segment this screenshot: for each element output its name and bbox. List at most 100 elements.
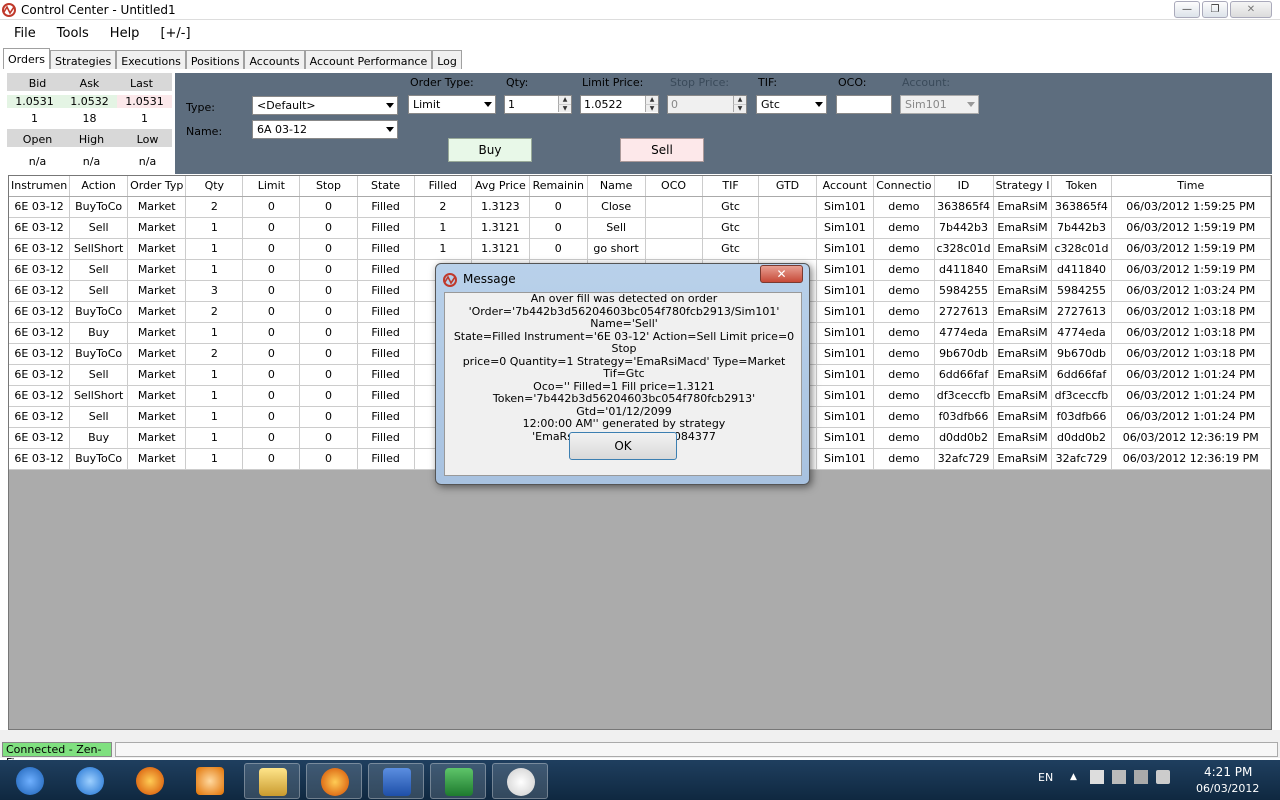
- name-dropdown[interactable]: 6A 03-12: [252, 120, 398, 139]
- table-cell: df3ceccfb: [1051, 385, 1112, 407]
- tab-orders[interactable]: Orders: [3, 48, 50, 70]
- table-cell: d411840: [934, 259, 994, 281]
- action-center-icon[interactable]: [1090, 770, 1104, 784]
- taskbar-media[interactable]: [182, 763, 238, 799]
- taskbar-firefox[interactable]: [122, 763, 178, 799]
- menu-tools[interactable]: Tools: [43, 22, 96, 44]
- menu-file[interactable]: File: [0, 22, 43, 44]
- column-header[interactable]: OCO: [645, 176, 703, 197]
- oco-input[interactable]: [836, 95, 892, 114]
- table-row[interactable]: 6E 03-12 BuyToCo Market 2 0 0 Filled 2 1.3123 0 Cl…: [9, 196, 1272, 218]
- table-cell: 6E 03-12: [9, 259, 71, 281]
- menu-help[interactable]: Help: [96, 22, 147, 44]
- table-cell: 6E 03-12: [9, 406, 71, 428]
- table-cell: 0: [299, 427, 358, 449]
- table-row[interactable]: 6E 03-12 Sell Market 1 0 0 Filled 1 1.3121 0 Sell G…: [9, 217, 1272, 239]
- column-header[interactable]: Time: [1111, 176, 1272, 197]
- column-header[interactable]: Remainin: [529, 176, 588, 197]
- table-cell: Filled: [357, 196, 415, 218]
- spin-down-icon[interactable]: ▼: [558, 104, 571, 112]
- name-label: Name:: [186, 125, 223, 138]
- start-button[interactable]: [2, 763, 58, 799]
- spin-up-icon[interactable]: ▲: [645, 96, 658, 104]
- table-cell: 06/03/2012 1:59:19 PM: [1111, 238, 1272, 260]
- table-cell: 0: [299, 259, 358, 281]
- show-hidden-icons[interactable]: ▲: [1070, 772, 1077, 782]
- horizontal-scrollbar[interactable]: [0, 730, 1280, 740]
- limit-price-stepper[interactable]: 1.0522 ▲ ▼: [580, 95, 659, 114]
- tab-account-performance[interactable]: Account Performance: [304, 50, 433, 70]
- minimize-button[interactable]: —: [1174, 1, 1200, 18]
- tab-positions[interactable]: Positions: [185, 50, 245, 70]
- taskbar-explorer[interactable]: [244, 763, 300, 799]
- network-icon[interactable]: [1134, 770, 1148, 784]
- column-header[interactable]: Action: [69, 176, 129, 197]
- high-header: High: [78, 133, 105, 146]
- table-cell: 0: [299, 322, 358, 344]
- column-header[interactable]: GTD: [758, 176, 817, 197]
- account-dropdown: Sim101: [900, 95, 979, 114]
- column-header[interactable]: Connectio: [873, 176, 935, 197]
- sell-button[interactable]: Sell: [620, 138, 704, 162]
- tab-accounts[interactable]: Accounts: [244, 50, 305, 70]
- column-header[interactable]: ID: [934, 176, 994, 197]
- dialog-close-button[interactable]: ✕: [760, 265, 803, 283]
- buy-button[interactable]: Buy: [448, 138, 532, 162]
- tab-executions[interactable]: Executions: [116, 50, 186, 70]
- type-dropdown[interactable]: <Default>: [252, 96, 398, 115]
- spin-down-icon[interactable]: ▼: [645, 104, 658, 112]
- tif-label: TIF:: [758, 76, 778, 89]
- table-cell: demo: [873, 364, 935, 386]
- column-header[interactable]: Account: [816, 176, 875, 197]
- table-cell: Market: [127, 301, 187, 323]
- tab-strategies[interactable]: Strategies: [50, 50, 117, 70]
- column-header[interactable]: Instrumen: [9, 176, 71, 197]
- table-cell: go short: [587, 238, 646, 260]
- close-button[interactable]: ✕: [1230, 1, 1272, 18]
- column-header[interactable]: State: [357, 176, 415, 197]
- table-cell: EmaRsiM: [993, 280, 1053, 302]
- taskbar-word[interactable]: [368, 763, 424, 799]
- column-header[interactable]: TIF: [702, 176, 760, 197]
- ok-button[interactable]: OK: [569, 432, 677, 460]
- column-header[interactable]: Limit: [242, 176, 301, 197]
- menu-expand[interactable]: [+/-]: [146, 22, 197, 44]
- device-icon[interactable]: [1112, 770, 1126, 784]
- column-header[interactable]: Qty: [185, 176, 244, 197]
- table-cell: Sim101: [816, 343, 875, 365]
- volume-icon[interactable]: [1156, 770, 1170, 784]
- column-header[interactable]: Name: [587, 176, 646, 197]
- table-cell: 1: [414, 217, 472, 239]
- table-cell: Sim101: [816, 427, 875, 449]
- taskbar-ie[interactable]: [62, 763, 118, 799]
- table-cell: EmaRsiM: [993, 301, 1053, 323]
- column-header[interactable]: Avg Price: [471, 176, 530, 197]
- table-cell: 1: [414, 238, 472, 260]
- column-header[interactable]: Strategy I: [993, 176, 1053, 197]
- taskbar-ninjatrader[interactable]: [492, 763, 548, 799]
- tif-dropdown[interactable]: Gtc: [756, 95, 827, 114]
- order-type-dropdown[interactable]: Limit: [408, 95, 496, 114]
- language-indicator[interactable]: EN: [1038, 771, 1053, 784]
- table-cell: Filled: [357, 238, 415, 260]
- qty-stepper[interactable]: 1 ▲ ▼: [504, 95, 572, 114]
- chevron-down-icon: [484, 102, 492, 107]
- clock-date[interactable]: 06/03/2012: [1196, 782, 1259, 795]
- column-header[interactable]: Stop: [299, 176, 358, 197]
- taskbar-firefox-2[interactable]: [306, 763, 362, 799]
- message-dialog: Message ✕ An over fill was detected on o…: [435, 263, 810, 485]
- table-cell: 0: [299, 280, 358, 302]
- table-cell: 0: [299, 238, 358, 260]
- column-header[interactable]: Order Typ: [127, 176, 187, 197]
- table-row[interactable]: 6E 03-12 SellShort Market 1 0 0 Filled 1 1.3121 0…: [9, 238, 1272, 260]
- taskbar-excel[interactable]: [430, 763, 486, 799]
- column-header[interactable]: Filled: [414, 176, 472, 197]
- clock-time[interactable]: 4:21 PM: [1204, 765, 1252, 779]
- table-cell: [758, 196, 817, 218]
- tab-log[interactable]: Log: [432, 50, 462, 70]
- maximize-button[interactable]: ❐: [1202, 1, 1228, 18]
- column-header[interactable]: Token: [1051, 176, 1112, 197]
- table-cell: demo: [873, 196, 935, 218]
- spin-up-icon[interactable]: ▲: [558, 96, 571, 104]
- folder-icon: [259, 768, 287, 796]
